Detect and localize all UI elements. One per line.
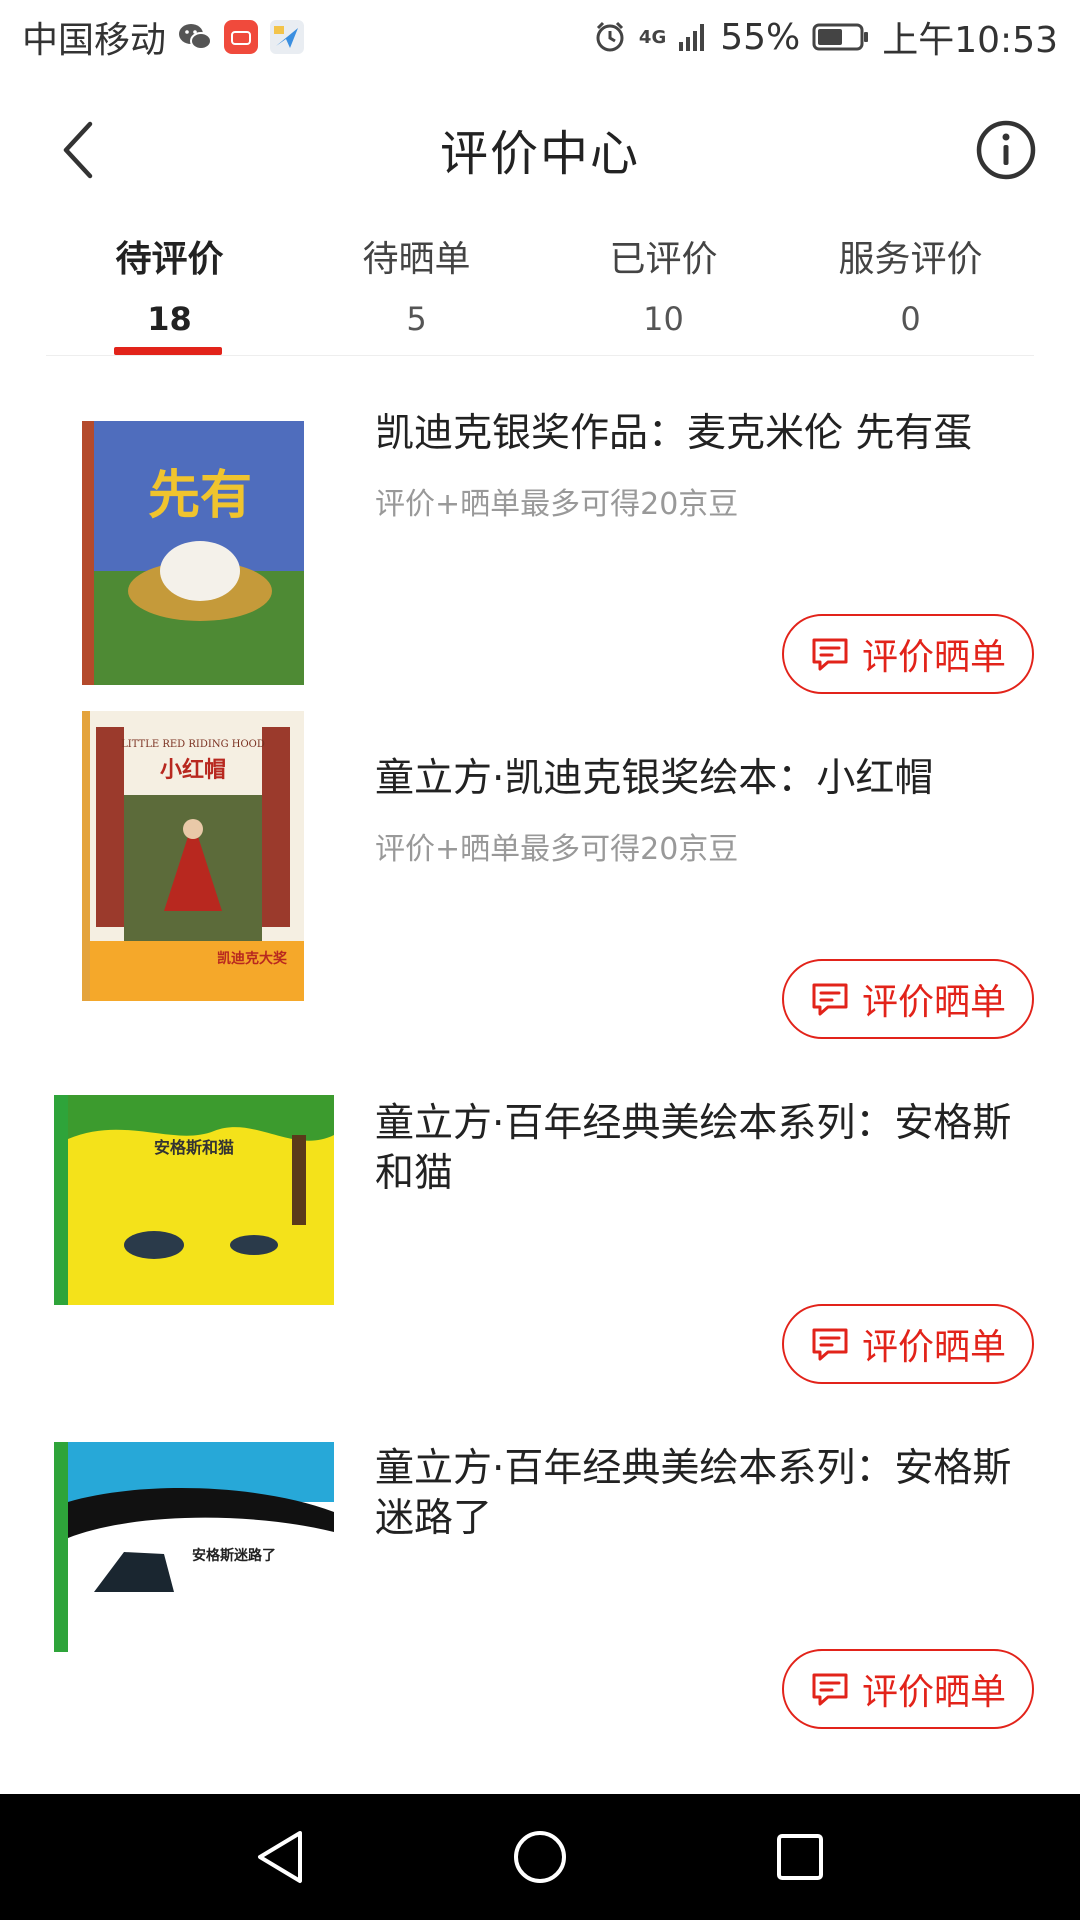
product-title[interactable]: 凯迪克银奖作品：麦克米伦 先有蛋 bbox=[375, 409, 1035, 459]
alarm-icon bbox=[593, 20, 627, 54]
review-share-button[interactable]: 评价晒单 bbox=[782, 1649, 1034, 1729]
review-tabs: 待评价 18 待晒单 5 已评价 10 服务评价 0 bbox=[46, 220, 1034, 356]
list-item: LITTLE RED RIDING HOOD 小红帽 凯迪克大奖 童立方·凯迪克… bbox=[0, 702, 1080, 1047]
cover-title: 安格斯和猫 bbox=[154, 1138, 234, 1157]
clock: 上午10:53 bbox=[882, 20, 1058, 61]
review-share-label: 评价晒单 bbox=[861, 1672, 1006, 1713]
tab-label: 已评价 bbox=[609, 239, 718, 280]
comment-icon bbox=[812, 1673, 848, 1706]
tab-label: 待晒单 bbox=[362, 239, 471, 280]
book-cover[interactable]: LITTLE RED RIDING HOOD 小红帽 凯迪克大奖 bbox=[82, 711, 304, 1001]
info-button[interactable] bbox=[974, 118, 1038, 182]
list-item: 安格斯迷路了 童立方·百年经典美绘本系列：安格斯迷路了 评价晒单 bbox=[0, 1392, 1080, 1737]
comment-icon bbox=[812, 638, 848, 671]
product-list: 先有 凯迪克银奖作品：麦克米伦 先有蛋 评价+晒单最多可得20京豆 评价晒单 L… bbox=[0, 357, 1080, 1737]
tab-pending-review[interactable]: 待评价 18 bbox=[46, 220, 293, 355]
cover-title: 小红帽 bbox=[160, 757, 226, 783]
tab-pending-share[interactable]: 待晒单 5 bbox=[293, 220, 540, 355]
status-bar: 中国移动 4G 55% 上午10:53 bbox=[0, 0, 1080, 74]
review-share-button[interactable]: 评价晒单 bbox=[782, 1304, 1034, 1384]
list-item: 先有 凯迪克银奖作品：麦克米伦 先有蛋 评价+晒单最多可得20京豆 评价晒单 bbox=[0, 357, 1080, 702]
tab-reviewed[interactable]: 已评价 10 bbox=[540, 220, 787, 355]
nav-recents-button[interactable] bbox=[760, 1817, 840, 1897]
book-cover[interactable]: 先有 bbox=[82, 421, 304, 685]
status-right: 4G 55% 上午10:53 bbox=[593, 11, 1058, 63]
list-item: 安格斯和猫 童立方·百年经典美绘本系列：安格斯和猫 评价晒单 bbox=[0, 1047, 1080, 1392]
active-tab-indicator bbox=[114, 347, 222, 355]
jd-app-icon bbox=[224, 20, 259, 54]
comment-icon bbox=[812, 983, 848, 1016]
tab-count: 10 bbox=[643, 300, 684, 338]
cover-subtitle: LITTLE RED RIDING HOOD bbox=[121, 739, 265, 750]
nav-back-button[interactable] bbox=[240, 1817, 320, 1897]
header: 评价中心 bbox=[0, 74, 1080, 220]
battery-icon bbox=[812, 22, 870, 52]
comment-icon bbox=[812, 1328, 848, 1361]
cover-title: 先有 bbox=[148, 466, 252, 526]
signal-icon bbox=[678, 22, 708, 52]
review-share-button[interactable]: 评价晒单 bbox=[782, 614, 1034, 694]
wechat-icon bbox=[178, 22, 213, 52]
cover-title: 安格斯迷路了 bbox=[192, 1547, 276, 1564]
reward-hint: 评价+晒单最多可得20京豆 bbox=[375, 832, 739, 867]
review-share-label: 评价晒单 bbox=[861, 982, 1006, 1023]
review-share-button[interactable]: 评价晒单 bbox=[782, 959, 1034, 1039]
tab-count: 5 bbox=[406, 300, 427, 338]
review-share-label: 评价晒单 bbox=[861, 1327, 1006, 1368]
book-cover[interactable]: 安格斯迷路了 bbox=[54, 1442, 334, 1652]
status-left: 中国移动 bbox=[22, 11, 305, 63]
book-cover[interactable]: 安格斯和猫 bbox=[54, 1095, 334, 1305]
page-title: 评价中心 bbox=[439, 126, 640, 182]
square-recents-icon bbox=[777, 1834, 823, 1880]
carrier-label: 中国移动 bbox=[22, 20, 167, 61]
battery-percent: 55% bbox=[720, 16, 801, 58]
system-nav-bar bbox=[0, 1794, 1080, 1920]
circle-home-icon bbox=[514, 1831, 566, 1883]
tab-count: 18 bbox=[147, 300, 192, 338]
product-title[interactable]: 童立方·百年经典美绘本系列：安格斯迷路了 bbox=[375, 1444, 1035, 1544]
network-label: 4G bbox=[638, 26, 667, 48]
tab-count: 0 bbox=[900, 300, 921, 338]
info-icon bbox=[976, 120, 1036, 180]
triangle-back-icon bbox=[258, 1831, 302, 1883]
map-app-icon bbox=[270, 20, 305, 54]
nav-home-button[interactable] bbox=[500, 1817, 580, 1897]
tab-label: 服务评价 bbox=[838, 239, 983, 280]
product-title[interactable]: 童立方·凯迪克银奖绘本：小红帽 bbox=[375, 754, 1035, 804]
review-share-label: 评价晒单 bbox=[861, 637, 1006, 678]
cover-banner: 凯迪克大奖 bbox=[217, 950, 288, 967]
tab-label: 待评价 bbox=[115, 239, 224, 280]
tab-service-review[interactable]: 服务评价 0 bbox=[787, 220, 1034, 355]
reward-hint: 评价+晒单最多可得20京豆 bbox=[375, 487, 739, 522]
product-title[interactable]: 童立方·百年经典美绘本系列：安格斯和猫 bbox=[375, 1099, 1035, 1199]
